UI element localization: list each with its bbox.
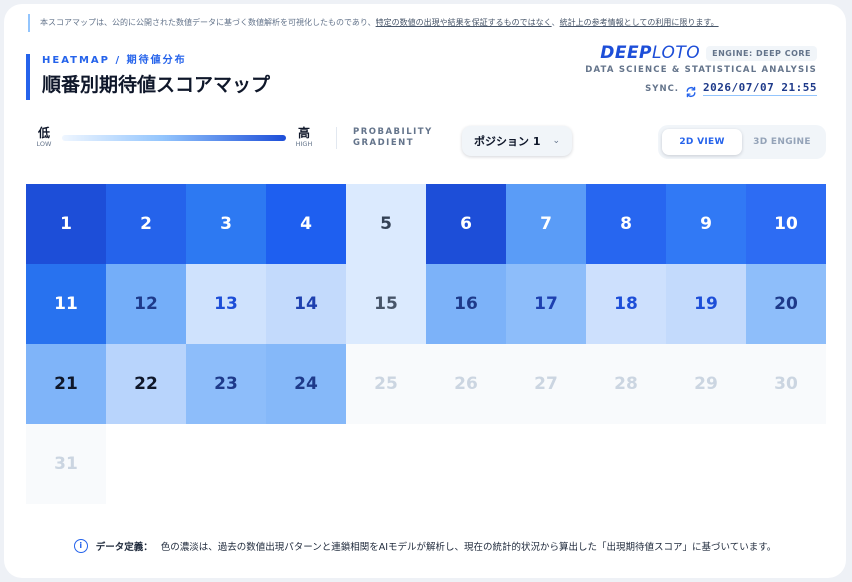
position-select-value: ポジション 1	[474, 135, 541, 148]
heatmap-cell-11[interactable]: 11	[26, 264, 106, 344]
heatmap-cell-3[interactable]: 3	[186, 184, 266, 264]
heatmap-cell-4[interactable]: 4	[266, 184, 346, 264]
brand-subtitle: DATA SCIENCE & STATISTICAL ANALYSIS	[585, 65, 817, 75]
heatmap-cell-10[interactable]: 10	[746, 184, 826, 264]
heatmap-cell-24[interactable]: 24	[266, 344, 346, 424]
heatmap-cell-19[interactable]: 19	[666, 264, 746, 344]
legend-high: 高 HIGH	[292, 126, 316, 149]
position-select[interactable]: ポジション 1 ⌄	[462, 126, 572, 156]
chevron-down-icon: ⌄	[552, 136, 560, 146]
brand-logo-bold: DEEP	[600, 43, 653, 63]
data-definition-text: 色の濃淡は、過去の数値出現パターンと連鎖相関をAIモデルが解析し、現在の統計的状…	[160, 542, 777, 553]
sync-icon[interactable]	[685, 83, 697, 97]
legend-caption-line-1: PROBABILITY	[353, 126, 433, 137]
heatmap-cell-28[interactable]: 28	[586, 344, 666, 424]
info-icon: i	[73, 539, 88, 553]
heatmap-cell-26[interactable]: 26	[426, 344, 506, 424]
disclaimer-text: 本スコアマップは、公的に公開された数値データに基づく数値解析を可視化したものであ…	[40, 18, 376, 27]
title-block: HEATMAP / 期待値分布 順番別期待値スコアマップ	[26, 54, 270, 100]
engine-badge: ENGINE: DEEP CORE	[706, 45, 817, 61]
heatmap-cell-18[interactable]: 18	[586, 264, 666, 344]
sync-label: SYNC.	[645, 83, 680, 94]
heatmap-cell-30[interactable]: 30	[746, 344, 826, 424]
disclaimer-notice: 本スコアマップは、公的に公開された数値データに基づく数値解析を可視化したものであ…	[28, 14, 840, 32]
heatmap-cell-22[interactable]: 22	[106, 344, 186, 424]
brand-block: DEEPLOTO ENGINE: DEEP CORE DATA SCIENCE …	[585, 42, 817, 97]
legend-high-sub: HIGH	[295, 140, 313, 148]
legend-low-label: 低	[37, 126, 50, 140]
heatmap-cell-15[interactable]: 15	[346, 264, 426, 344]
heatmap-cell-7[interactable]: 7	[506, 184, 586, 264]
view-2d-button[interactable]: 2D VIEW	[662, 129, 742, 155]
section-eyebrow: HEATMAP / 期待値分布	[42, 55, 187, 66]
disclaimer-underline-2: 統計上の参考情報としての利用に限ります。	[559, 18, 719, 27]
data-definition-label: データ定義：	[95, 542, 153, 553]
heatmap-cell-29[interactable]: 29	[666, 344, 746, 424]
legend-low: 低 LOW	[32, 126, 56, 149]
disclaimer-underline-1: 特定の数値の出現や結果を保証するものではなく	[375, 18, 552, 27]
heatmap-cell-12[interactable]: 12	[106, 264, 186, 344]
heatmap-card: 本スコアマップは、公的に公開された数値データに基づく数値解析を可視化したものであ…	[4, 4, 846, 578]
heatmap-cell-9[interactable]: 9	[666, 184, 746, 264]
heatmap-cell-5[interactable]: 5	[346, 184, 426, 264]
heatmap-cell-14[interactable]: 14	[266, 264, 346, 344]
heatmap-cell-2[interactable]: 2	[106, 184, 186, 264]
legend-low-sub: LOW	[36, 140, 52, 148]
color-legend: 低 LOW 高 HIGH PROBABILITY GRADIENT	[32, 126, 433, 149]
legend-caption-line-2: GRADIENT	[353, 137, 415, 148]
data-definition-note: i データ定義： 色の濃淡は、過去の数値出現パターンと連鎖相関をAIモデルが解析…	[4, 539, 846, 553]
heatmap-cell-21[interactable]: 21	[26, 344, 106, 424]
view-3d-button[interactable]: 3D ENGINE	[742, 129, 822, 155]
legend-divider	[336, 126, 337, 149]
heatmap-cell-8[interactable]: 8	[586, 184, 666, 264]
heatmap-cell-17[interactable]: 17	[506, 264, 586, 344]
sync-timestamp: 2026/07/07 21:55	[703, 81, 817, 96]
heatmap-cell-31[interactable]: 31	[26, 424, 106, 504]
heatmap-cell-6[interactable]: 6	[426, 184, 506, 264]
heatmap-cell-1[interactable]: 1	[26, 184, 106, 264]
disclaimer-separator: 、	[551, 18, 560, 27]
legend-high-label: 高	[297, 126, 310, 140]
legend-gradient-bar	[62, 134, 286, 141]
legend-gradient-caption: PROBABILITY GRADIENT	[353, 127, 433, 149]
heatmap-grid: 1 2 3 4 5 6 7 8 9 10 11 12 13 14 15 16 17 18 19 20 21 22 23 24 2…	[26, 184, 826, 504]
heatmap-cell-25[interactable]: 25	[346, 344, 426, 424]
heatmap-cell-27[interactable]: 27	[506, 344, 586, 424]
heatmap-cell-13[interactable]: 13	[186, 264, 266, 344]
page-title: 順番別期待値スコアマップ	[42, 74, 271, 96]
brand-logo-light: LOTO	[652, 43, 701, 63]
heatmap-cell-20[interactable]: 20	[746, 264, 826, 344]
heatmap-cell-23[interactable]: 23	[186, 344, 266, 424]
brand-logo: DEEPLOTO	[600, 42, 700, 64]
view-toggle: 2D VIEW 3D ENGINE	[658, 125, 826, 159]
heatmap-cell-16[interactable]: 16	[426, 264, 506, 344]
